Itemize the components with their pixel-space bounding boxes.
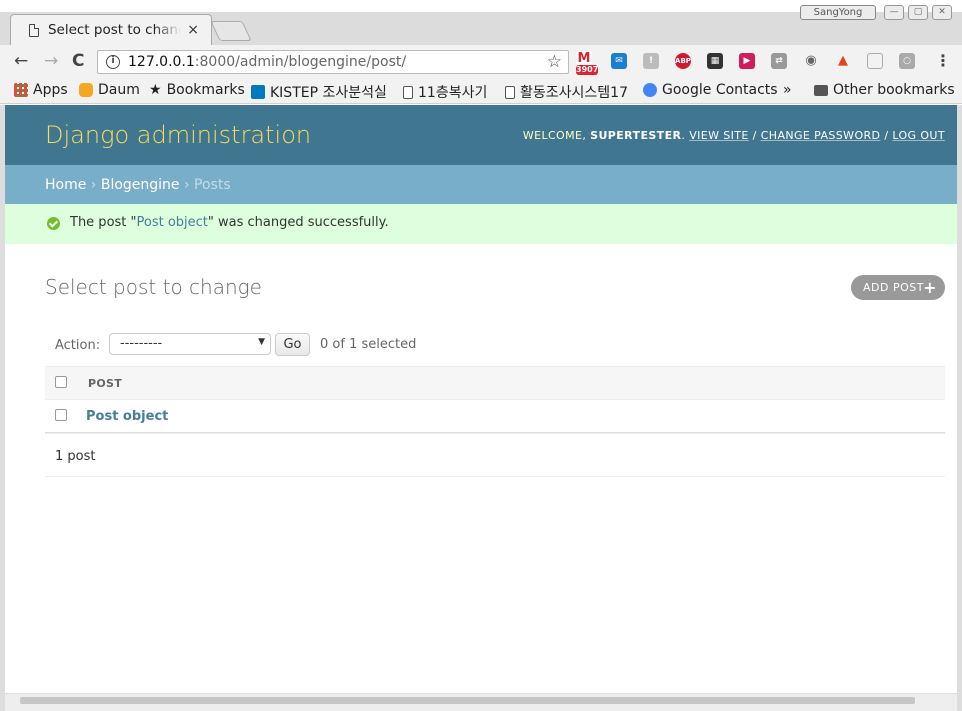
info-icon[interactable]: i	[106, 55, 120, 69]
message-post-link[interactable]: Post object	[137, 215, 208, 230]
select-all-checkbox[interactable]	[55, 376, 67, 388]
breadcrumb-separator: ›	[179, 177, 195, 193]
post-object-link[interactable]: Post object	[86, 409, 168, 424]
bookmarks-overflow-button[interactable]: »	[783, 82, 792, 98]
add-post-button[interactable]: ADD POST +	[851, 275, 945, 300]
bookmark-other[interactable]: Other bookmarks	[814, 82, 955, 98]
view-site-link[interactable]: VIEW SITE	[689, 129, 749, 142]
go-button[interactable]: Go	[275, 333, 310, 356]
selection-counter: 0 of 1 selected	[320, 337, 417, 352]
scrollbar-thumb[interactable]	[20, 697, 915, 704]
user-tools: WELCOME, SUPERTESTER. VIEW SITE / CHANGE…	[522, 129, 945, 142]
admin-page: Django administration WELCOME, SUPERTEST…	[5, 105, 957, 693]
breadcrumb-current: Posts	[194, 177, 231, 193]
back-button[interactable]: ←	[14, 52, 28, 70]
adblock-icon[interactable]: ABP	[675, 53, 691, 69]
address-bar[interactable]: i 127.0.0.1:8000/admin/blogengine/post/ …	[97, 50, 569, 74]
bookmark-daum[interactable]: Daum	[79, 82, 140, 98]
repeat-icon[interactable]: ⇄	[771, 53, 787, 69]
extension-icon[interactable]: !	[643, 53, 659, 69]
daum-icon	[79, 83, 93, 97]
browser-tab-strip: Select post to change × SangYong — ▢ ✕	[0, 0, 962, 45]
action-select[interactable]: --------- ▼	[109, 333, 271, 355]
drive-icon[interactable]: ▲	[835, 53, 851, 69]
film-icon[interactable]: ▦	[707, 53, 723, 69]
breadcrumb-blogengine[interactable]: Blogengine	[101, 177, 180, 193]
breadcrumb-home[interactable]: Home	[45, 177, 86, 193]
bookmark-apps[interactable]: Apps	[14, 82, 68, 98]
reload-button[interactable]: C	[72, 52, 84, 70]
message-prefix: The post "	[70, 215, 137, 230]
table-row: Post object	[45, 400, 945, 433]
dropdown-arrow-icon: ▼	[258, 337, 265, 347]
camera-icon[interactable]: ◉	[803, 53, 819, 69]
window-right-edge	[957, 105, 962, 711]
add-post-label: ADD POST	[863, 281, 924, 294]
profile-button[interactable]: SangYong	[800, 5, 876, 20]
action-label: Action:	[55, 338, 101, 353]
tab-title: Select post to change	[47, 22, 182, 38]
extension-icon-2[interactable]: ○	[899, 53, 915, 69]
bookmark-survey-system[interactable]: 활동조사시스템17	[505, 82, 628, 102]
bookmark-kistep[interactable]: KISTEP 조사분석실	[251, 82, 387, 102]
separator: /	[880, 129, 893, 142]
bookmarks-bar: Apps Daum ★ Bookmarks KISTEP 조사분석실 11층복사…	[0, 77, 962, 104]
action-selected-value: ---------	[120, 336, 163, 351]
breadcrumb: Home › Blogengine › Posts	[5, 165, 957, 204]
folder-icon	[814, 84, 828, 96]
horizontal-scrollbar[interactable]	[5, 693, 957, 711]
separator: /	[748, 129, 761, 142]
layout-icon[interactable]	[867, 53, 883, 69]
document-icon	[403, 85, 413, 99]
close-tab-icon[interactable]: ×	[187, 22, 199, 38]
bookmark-bookmarks[interactable]: ★ Bookmarks	[149, 82, 245, 98]
contacts-icon	[643, 83, 657, 97]
minimize-button[interactable]: —	[884, 5, 904, 20]
document-icon	[29, 23, 39, 37]
maximize-button[interactable]: ▢	[908, 5, 928, 20]
browser-toolbar: ← → C i 127.0.0.1:8000/admin/blogengine/…	[0, 45, 962, 77]
actions-bar: Action: --------- ▼ Go 0 of 1 selected	[45, 331, 945, 367]
row-checkbox[interactable]	[55, 409, 67, 421]
chat-extension-icon[interactable]: ✉	[611, 53, 627, 69]
log-out-link[interactable]: LOG OUT	[892, 129, 945, 142]
change-password-link[interactable]: CHANGE PASSWORD	[761, 129, 881, 142]
username: SUPERTESTER	[590, 129, 682, 142]
breadcrumb-separator: ›	[86, 177, 101, 193]
paginator: 1 post	[45, 433, 945, 477]
forward-button[interactable]: →	[44, 52, 58, 70]
close-window-button[interactable]: ✕	[932, 5, 952, 20]
bookmark-google-contacts[interactable]: Google Contacts	[643, 82, 778, 98]
success-message: The post "Post object" was changed succe…	[5, 204, 957, 244]
admin-header: Django administration WELCOME, SUPERTEST…	[5, 105, 957, 165]
message-suffix: " was changed successfully.	[207, 215, 389, 230]
welcome-text: WELCOME,	[522, 129, 591, 142]
video-icon[interactable]: ▶	[739, 53, 755, 69]
new-tab-button[interactable]	[210, 21, 252, 41]
page-title: Select post to change	[45, 275, 262, 299]
plus-icon: +	[923, 278, 937, 297]
apps-grid-icon	[14, 83, 28, 97]
results-table: POST Post object	[45, 366, 945, 433]
star-icon: ★	[149, 82, 162, 98]
document-icon	[505, 85, 515, 99]
site-branding[interactable]: Django administration	[45, 121, 311, 149]
bookmark-star-icon[interactable]: ☆	[547, 52, 562, 72]
browser-tab[interactable]: Select post to change ×	[10, 14, 212, 45]
trello-icon	[251, 85, 265, 99]
table-header-row: POST	[45, 366, 945, 400]
browser-menu-icon[interactable]: ⋮	[935, 51, 951, 70]
check-circle-icon	[47, 217, 60, 230]
url-text[interactable]: 127.0.0.1:8000/admin/blogengine/post/	[128, 54, 406, 70]
gmail-badge: 3907	[576, 65, 599, 75]
column-header-post[interactable]: POST	[88, 377, 122, 390]
bookmark-copier[interactable]: 11층복사기	[403, 82, 487, 102]
